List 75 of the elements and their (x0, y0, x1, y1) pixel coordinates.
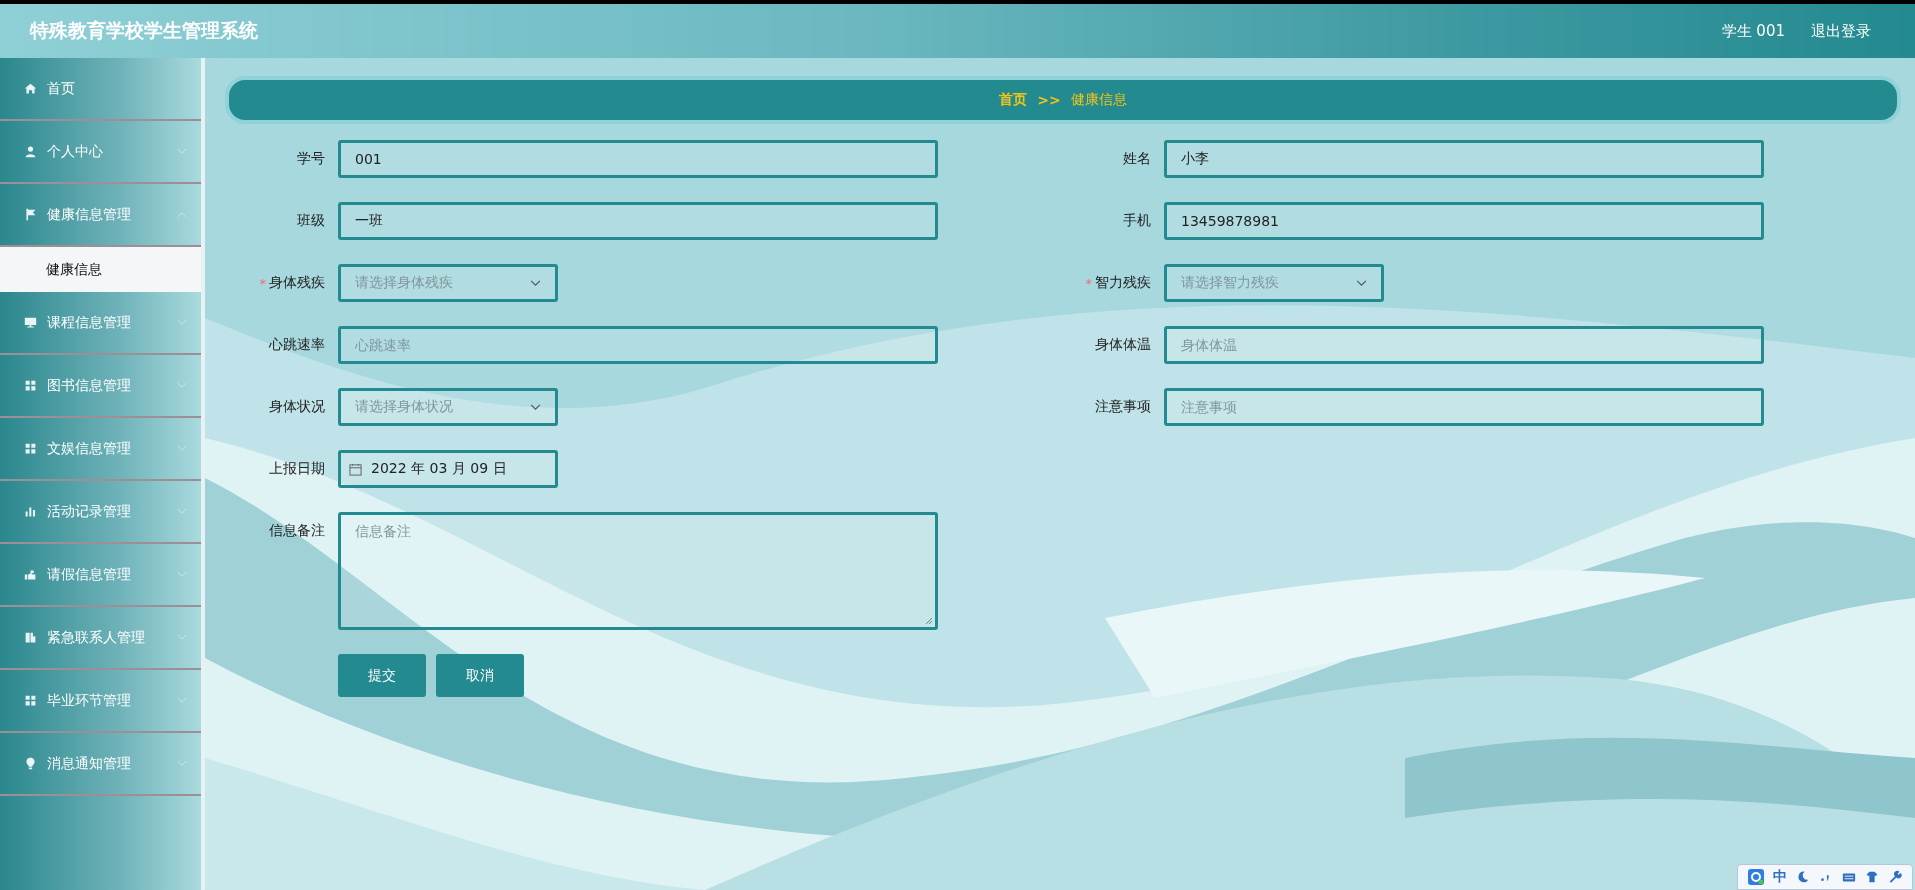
menu-item[interactable]: 活动记录管理 (0, 481, 201, 544)
submit-button[interactable]: 提交 (338, 654, 426, 697)
menu-item[interactable]: 请假信息管理 (0, 544, 201, 607)
grid-icon (24, 694, 37, 707)
chart-icon (24, 505, 37, 518)
breadcrumb-link[interactable]: 首页 (999, 91, 1028, 109)
field-label: 身体残疾 (269, 274, 325, 292)
chevron-icon (177, 571, 187, 578)
select-field[interactable]: 请选择身体状况 (338, 388, 558, 426)
app-title: 特殊教育学校学生管理系统 (30, 18, 258, 43)
field-label: 注意事项 (1095, 398, 1151, 416)
home-icon (24, 82, 37, 95)
chevron-icon (177, 319, 187, 326)
ime-mode[interactable]: 中 (1773, 868, 1787, 886)
submenu-item[interactable]: 健康信息 (0, 247, 201, 292)
grid-icon (24, 442, 37, 455)
menu-item[interactable]: 图书信息管理 (0, 355, 201, 418)
textarea-field[interactable]: 信息备注 (338, 512, 938, 630)
field-label: 手机 (1123, 212, 1151, 230)
resize-grip-icon (925, 617, 933, 625)
input-field[interactable]: 注意事项 (1164, 388, 1764, 426)
menu-item[interactable]: 首页 (0, 58, 201, 121)
input-field[interactable]: 001 (338, 140, 938, 178)
field-label: 心跳速率 (269, 336, 325, 354)
field-label: 学号 (297, 150, 325, 168)
calendar-icon (349, 462, 362, 476)
menu-item[interactable]: 文娱信息管理 (0, 418, 201, 481)
menu-item[interactable]: 个人中心 (0, 121, 201, 184)
chevron-icon (177, 382, 187, 389)
caret-icon (1356, 279, 1367, 287)
shirt-icon[interactable] (1865, 870, 1879, 884)
breadcrumb-link[interactable]: 健康信息 (1070, 91, 1127, 109)
person-icon (24, 145, 37, 158)
caret-icon (530, 279, 541, 287)
input-field[interactable]: 一班 (338, 202, 938, 240)
input-field[interactable]: 心跳速率 (338, 326, 938, 364)
ime-logo-icon[interactable] (1748, 869, 1764, 885)
required-mark: * (259, 275, 266, 291)
input-field[interactable]: 小李 (1164, 140, 1764, 178)
field-label: 身体体温 (1095, 336, 1151, 354)
monitor-icon (24, 316, 37, 329)
select-field[interactable]: 请选择身体残疾 (338, 264, 558, 302)
chevron-icon (177, 697, 187, 704)
chevron-icon (177, 445, 187, 452)
field-label: 姓名 (1123, 150, 1151, 168)
required-mark: * (1085, 275, 1092, 291)
menu-item[interactable]: 紧急联系人管理 (0, 607, 201, 670)
menu-item[interactable]: 课程信息管理 (0, 292, 201, 355)
field-label: 信息备注 (269, 522, 325, 540)
field-label: 班级 (297, 212, 325, 230)
field-label: 身体状况 (269, 398, 325, 416)
logout-link[interactable]: 退出登录 (1811, 21, 1871, 41)
menu-item[interactable]: 消息通知管理 (0, 733, 201, 796)
field-label: 上报日期 (269, 460, 325, 478)
breadcrumb-separator: >> (1037, 92, 1061, 108)
chevron-icon (177, 634, 187, 641)
user-label: 学生 001 (1721, 21, 1785, 41)
bulb-icon (24, 757, 37, 770)
date-field[interactable]: 2022 年 03 月 09 日 (338, 450, 558, 488)
caret-icon (530, 403, 541, 411)
chevron-icon (177, 148, 187, 155)
chevron-icon (177, 211, 187, 218)
input-field[interactable]: 13459878981 (1164, 202, 1764, 240)
moon-icon[interactable] (1796, 870, 1810, 884)
wrench-icon[interactable] (1888, 870, 1902, 884)
cancel-button[interactable]: 取消 (436, 654, 524, 697)
chevron-icon (177, 760, 187, 767)
input-field[interactable]: 身体体温 (1164, 326, 1764, 364)
chevron-icon (177, 508, 187, 515)
field-label: 智力残疾 (1095, 274, 1151, 292)
select-field[interactable]: 请选择智力残疾 (1164, 264, 1384, 302)
grid-icon (24, 379, 37, 392)
flag-icon (24, 208, 37, 221)
book-icon (24, 631, 37, 644)
menu-item[interactable]: 毕业环节管理 (0, 670, 201, 733)
